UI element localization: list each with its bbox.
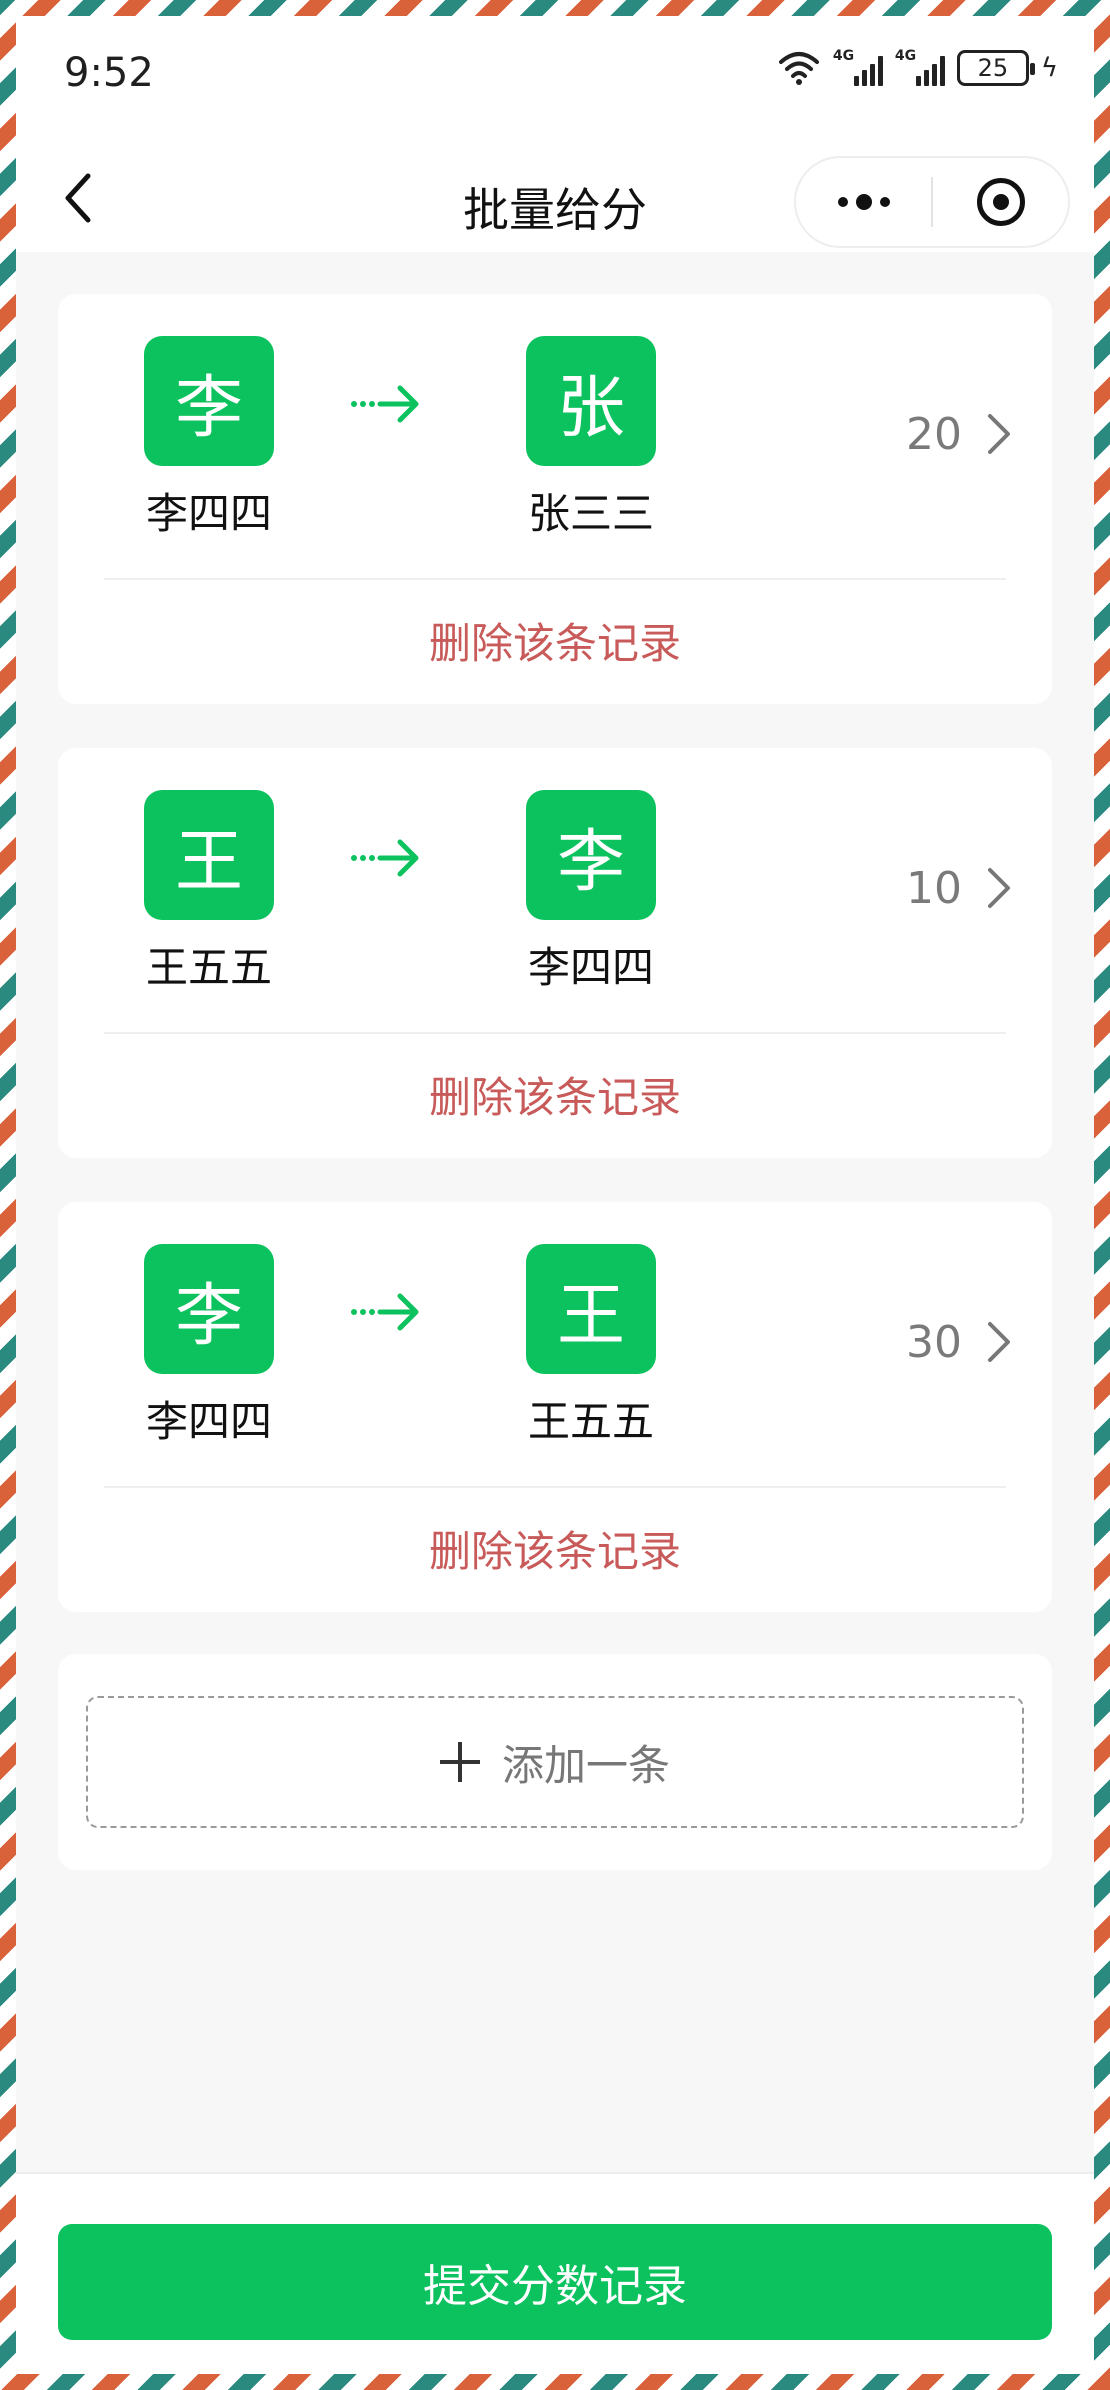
battery-level: 25: [977, 54, 1009, 82]
from-name: 李四四: [145, 489, 272, 538]
close-button[interactable]: [933, 158, 1068, 246]
score-selector[interactable]: 30: [906, 1312, 1012, 1372]
score-record-card: 王 王五五 李 李四四 10 删除该条记录: [58, 748, 1052, 1158]
signal-icon: 4G: [832, 48, 883, 86]
wifi-icon: [778, 52, 819, 85]
submit-scores-button[interactable]: 提交分数记录: [58, 2224, 1052, 2340]
delete-record-button[interactable]: 删除该条记录: [58, 1064, 1052, 1125]
card-divider: [104, 578, 1006, 580]
network-type-label: 4G: [832, 48, 855, 64]
delete-record-button[interactable]: 删除该条记录: [58, 1518, 1052, 1579]
signal-icon: 4G: [894, 48, 945, 86]
card-divider: [104, 1032, 1006, 1034]
score-value: 10: [906, 862, 962, 914]
mini-program-capsule: [794, 156, 1070, 248]
page: 9:52 4G 4G 25 ϟ 批量给分 李 李四四 张 张三三 20 删除该条…: [16, 16, 1094, 2374]
to-name: 张三三: [527, 489, 654, 538]
bottom-bar: 提交分数记录: [16, 2172, 1094, 2374]
charging-icon: ϟ: [1040, 53, 1058, 83]
from-name: 李四四: [145, 1397, 272, 1446]
to-avatar: 王: [526, 1244, 656, 1374]
score-value: 20: [906, 408, 962, 460]
from-avatar: 李: [144, 336, 274, 466]
battery-icon: 25: [956, 50, 1035, 86]
from-avatar: 王: [144, 790, 274, 920]
more-dots-icon: [837, 194, 890, 210]
from-avatar: 李: [144, 1244, 274, 1374]
chevron-right-icon: [988, 868, 1010, 908]
score-value: 30: [906, 1316, 962, 1368]
status-icons: 4G 4G 25 ϟ: [777, 48, 1058, 86]
more-button[interactable]: [796, 158, 931, 246]
chevron-right-icon: [988, 1322, 1010, 1362]
score-record-card: 李 李四四 王 王五五 30 删除该条记录: [58, 1202, 1052, 1612]
delete-record-button[interactable]: 删除该条记录: [58, 610, 1052, 671]
plus-icon: [439, 1742, 480, 1782]
to-avatar: 李: [526, 790, 656, 920]
score-record-card: 李 李四四 张 张三三 20 删除该条记录: [58, 294, 1052, 704]
back-arrow-icon[interactable]: [56, 168, 100, 228]
network-type-label: 4G: [894, 48, 917, 64]
from-name: 王五五: [145, 943, 272, 992]
score-selector[interactable]: 20: [906, 404, 1012, 464]
to-avatar: 张: [526, 336, 656, 466]
transfer-arrow-icon: [351, 839, 419, 877]
card-divider: [104, 1486, 1006, 1488]
target-icon: [976, 178, 1025, 226]
transfer-arrow-icon: [351, 385, 419, 423]
add-record-label: 添加一条: [501, 1740, 670, 1790]
score-selector[interactable]: 10: [906, 858, 1012, 918]
transfer-arrow-icon: [351, 1293, 419, 1331]
to-name: 李四四: [527, 943, 654, 992]
to-name: 王五五: [527, 1397, 654, 1446]
add-record-button[interactable]: 添加一条: [86, 1696, 1024, 1828]
add-record-card: 添加一条: [58, 1654, 1052, 1870]
chevron-right-icon: [988, 414, 1010, 454]
header: 9:52 4G 4G 25 ϟ 批量给分: [16, 16, 1094, 252]
status-time: 9:52: [64, 50, 154, 96]
